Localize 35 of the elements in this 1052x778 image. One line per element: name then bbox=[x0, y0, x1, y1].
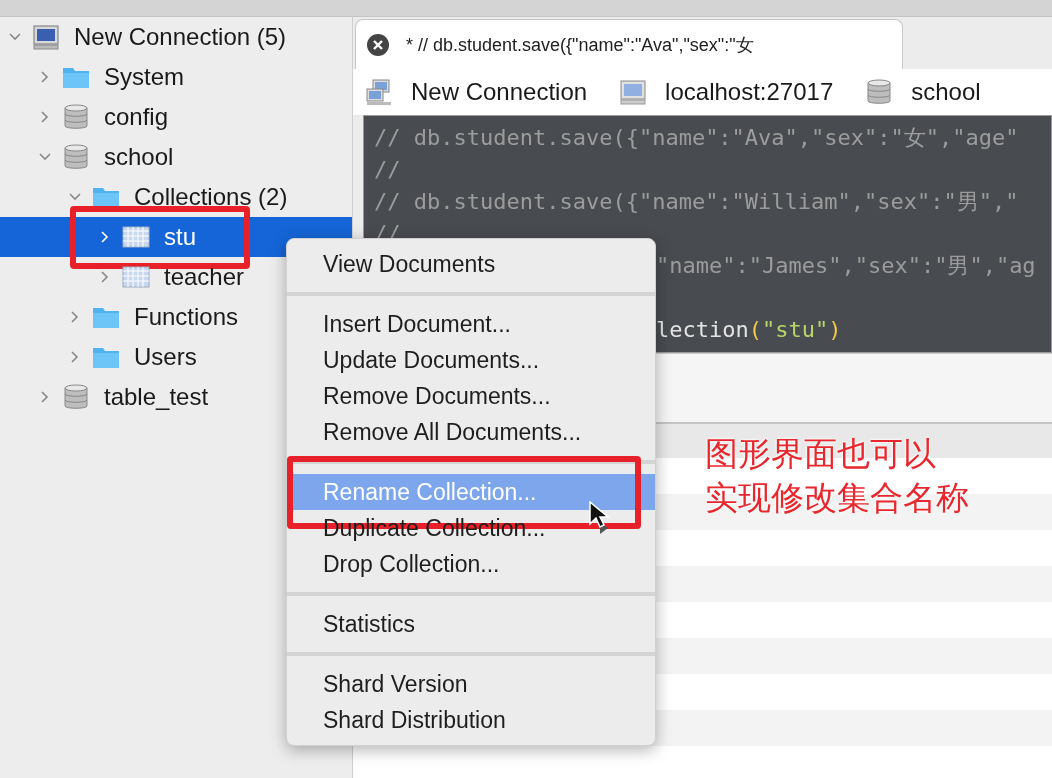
tree-item[interactable]: New Connection (5) bbox=[0, 17, 352, 57]
network-icon bbox=[365, 78, 393, 106]
computer-icon bbox=[32, 23, 60, 51]
menu-item[interactable]: Shard Distribution bbox=[287, 702, 655, 738]
close-icon[interactable] bbox=[366, 32, 390, 57]
table-icon bbox=[122, 263, 150, 291]
code-line: // db.student.save({"name":"William","sex":"男"," bbox=[374, 188, 1019, 216]
tab-title: * // db.student.save({"name":"Ava","sex":"女 bbox=[406, 33, 754, 57]
database-icon bbox=[62, 103, 90, 131]
menu-item[interactable]: Statistics bbox=[287, 606, 655, 642]
menu-item[interactable]: Duplicate Collection... bbox=[287, 510, 655, 546]
database-icon bbox=[62, 143, 90, 171]
breadcrumb-item[interactable]: localhost:27017 bbox=[665, 78, 834, 106]
database-icon bbox=[865, 78, 894, 106]
tree-item[interactable]: Collections (2) bbox=[0, 177, 352, 217]
code-line: // db.student.save({"name":"Ava","sex":"女","age" bbox=[374, 124, 1019, 152]
menu-item[interactable]: Remove Documents... bbox=[287, 378, 655, 414]
editor-tab[interactable]: * // db.student.save({"name":"Ava","sex":"女 bbox=[355, 19, 903, 69]
tree-item[interactable]: System bbox=[0, 57, 352, 97]
menu-item[interactable]: Shard Version bbox=[287, 666, 655, 702]
code-line: "name":"James","sex":"男","ag bbox=[656, 252, 1036, 280]
annotation-text: 实现修改集合名称 bbox=[705, 477, 969, 519]
menu-item[interactable]: Remove All Documents... bbox=[287, 414, 655, 450]
table-icon bbox=[122, 223, 150, 251]
tree-item[interactable]: config bbox=[0, 97, 352, 137]
breadcrumb-item[interactable]: New Connection bbox=[411, 78, 588, 106]
breadcrumb-item[interactable]: school bbox=[911, 78, 981, 106]
monitor-icon bbox=[619, 78, 648, 106]
code-line: // bbox=[374, 156, 401, 184]
tree-item[interactable]: school bbox=[0, 137, 352, 177]
database-icon bbox=[62, 383, 90, 411]
annotation-text: 图形界面也可以 bbox=[705, 433, 937, 475]
menu-item[interactable]: Drop Collection... bbox=[287, 546, 655, 582]
code-line: lection("stu") bbox=[656, 316, 842, 344]
cursor-icon bbox=[588, 500, 610, 530]
